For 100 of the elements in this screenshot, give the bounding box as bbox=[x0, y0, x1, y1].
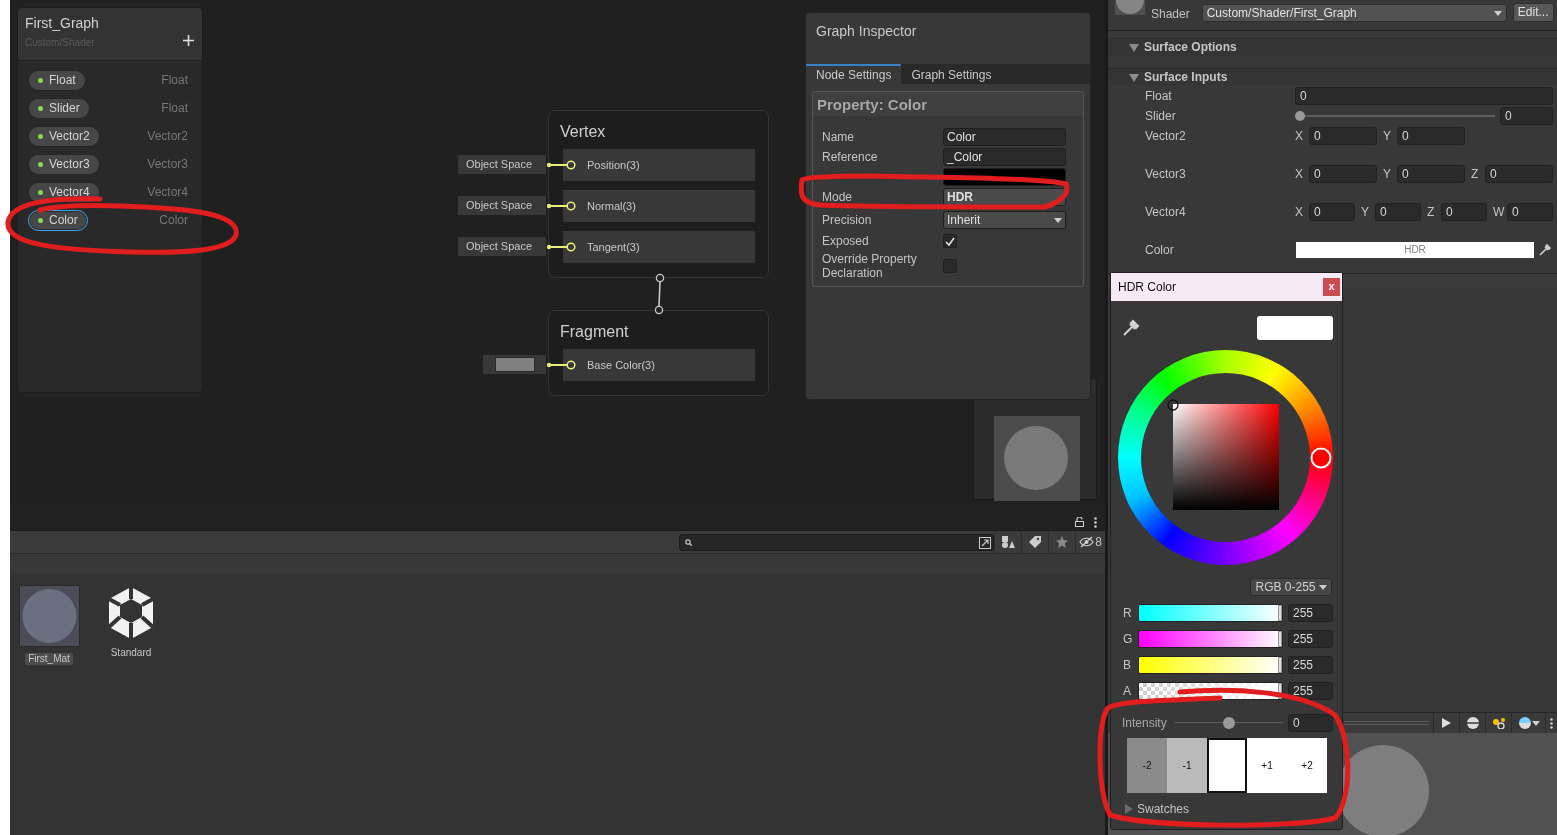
triangle-icon bbox=[1129, 43, 1139, 52]
saturation-value-square[interactable] bbox=[1173, 404, 1279, 510]
text-field[interactable]: Color bbox=[943, 128, 1066, 146]
number-field[interactable]: 0 bbox=[1309, 203, 1355, 221]
axis-label: X bbox=[1295, 166, 1304, 182]
number-field[interactable]: 255 bbox=[1288, 656, 1333, 674]
field-label: Precision bbox=[822, 212, 873, 228]
tag-icon bbox=[1029, 536, 1041, 548]
tab[interactable]: Node Settings bbox=[806, 64, 902, 84]
precision-dropdown[interactable]: Inherit bbox=[943, 211, 1066, 229]
channel-slider[interactable] bbox=[1138, 656, 1283, 674]
port-label: Position(3) bbox=[587, 159, 640, 173]
foldout-header[interactable]: Surface Inputs bbox=[1108, 68, 1557, 86]
axis-label: X bbox=[1295, 204, 1304, 220]
shapes-icon bbox=[1001, 536, 1015, 548]
exposure-swatch[interactable]: -1 bbox=[1167, 738, 1207, 793]
input-pill[interactable]: Object Space bbox=[458, 196, 546, 216]
hdr-color-field[interactable]: HDR bbox=[1295, 241, 1535, 259]
node-title: Fragment bbox=[559, 322, 630, 342]
asset-name[interactable]: Standard bbox=[107, 647, 155, 659]
number-field[interactable]: 0 bbox=[1397, 165, 1465, 183]
property-type: Float bbox=[161, 72, 188, 88]
hidden-packages-button[interactable]: 8 bbox=[1075, 531, 1105, 553]
search-field[interactable] bbox=[679, 533, 994, 551]
triangle-icon bbox=[1125, 804, 1133, 815]
expand-icon[interactable] bbox=[979, 536, 991, 549]
axis-label: Y bbox=[1383, 128, 1392, 144]
slider-handle[interactable] bbox=[1278, 657, 1282, 673]
number-field[interactable]: 255 bbox=[1288, 604, 1333, 622]
property-pill[interactable]: Slider bbox=[28, 97, 90, 119]
add-icon[interactable] bbox=[183, 34, 194, 46]
triangle-icon bbox=[1129, 73, 1139, 82]
number-field[interactable]: 0 bbox=[1441, 203, 1487, 221]
exposure-swatch[interactable]: +2 bbox=[1287, 738, 1327, 793]
search-icon bbox=[685, 538, 692, 546]
channel-label: R bbox=[1122, 605, 1133, 621]
color-swatch bbox=[495, 357, 535, 373]
number-field[interactable]: 0 bbox=[1500, 107, 1553, 125]
close-button[interactable]: x bbox=[1323, 278, 1340, 296]
property-type: Color bbox=[159, 212, 188, 228]
picker-handle[interactable] bbox=[1167, 399, 1179, 411]
edit-button[interactable]: Edit... bbox=[1512, 3, 1554, 22]
number-field[interactable]: 0 bbox=[1288, 714, 1333, 732]
number-field[interactable]: 0 bbox=[1295, 87, 1553, 105]
property-label: Vector4 bbox=[1144, 204, 1187, 221]
hemisphere-icon bbox=[1517, 717, 1532, 729]
channel-slider[interactable] bbox=[1138, 604, 1283, 622]
input-pill[interactable]: Object Space bbox=[458, 155, 546, 175]
port-label: Base Color(3) bbox=[587, 359, 655, 373]
exposure-swatch[interactable]: +1 bbox=[1247, 738, 1287, 793]
axis-label: X bbox=[1295, 128, 1304, 144]
field-label: Mode bbox=[822, 189, 854, 205]
channel-slider[interactable] bbox=[1138, 630, 1283, 648]
number-field[interactable]: 0 bbox=[1484, 165, 1553, 183]
number-field[interactable]: 0 bbox=[1309, 165, 1377, 183]
foldout-header[interactable]: Surface Options bbox=[1108, 38, 1557, 56]
number-field[interactable]: 0 bbox=[1397, 127, 1465, 145]
input-pill[interactable]: Object Space bbox=[458, 237, 546, 257]
property-pill[interactable]: Color bbox=[28, 209, 88, 231]
text-field[interactable]: _Color bbox=[943, 148, 1066, 166]
shader-dropdown[interactable]: Custom/Shader/First_Graph bbox=[1201, 4, 1507, 22]
slider-handle[interactable] bbox=[1278, 605, 1282, 621]
property-pill[interactable]: Vector3 bbox=[28, 153, 100, 175]
swatches-foldout[interactable]: Swatches bbox=[1111, 802, 1342, 817]
checkbox[interactable] bbox=[943, 234, 957, 248]
lights-icon bbox=[1491, 717, 1506, 729]
property-pill[interactable]: Float bbox=[28, 69, 86, 91]
number-field[interactable]: 255 bbox=[1288, 630, 1333, 648]
number-field[interactable]: 0 bbox=[1375, 203, 1421, 221]
number-field[interactable]: 0 bbox=[1507, 203, 1553, 221]
eyedropper-icon[interactable] bbox=[1122, 319, 1140, 337]
menu-icon[interactable] bbox=[1094, 517, 1097, 528]
exposure-swatch[interactable]: -2 bbox=[1127, 738, 1167, 793]
color-input[interactable] bbox=[483, 355, 546, 375]
axis-label: Z bbox=[1427, 204, 1436, 220]
cube-icon[interactable] bbox=[106, 585, 156, 641]
lock-icon[interactable] bbox=[1075, 517, 1084, 527]
slider-handle[interactable] bbox=[1278, 631, 1282, 647]
field-label: Name bbox=[822, 129, 855, 145]
sphere-thumbnail[interactable] bbox=[18, 585, 80, 647]
menu-icon bbox=[1550, 717, 1553, 729]
property-pill[interactable]: Vector2 bbox=[28, 125, 100, 147]
mode-dropdown[interactable]: RGB 0-255 bbox=[1250, 578, 1332, 596]
checkbox[interactable] bbox=[943, 259, 957, 274]
eyedropper-icon[interactable] bbox=[1538, 243, 1552, 257]
intensity-slider[interactable] bbox=[1175, 717, 1283, 729]
number-field[interactable]: 0 bbox=[1309, 127, 1377, 145]
slider-thumb[interactable] bbox=[1295, 111, 1305, 121]
material-thumbnail bbox=[1115, 0, 1145, 15]
property-type: Vector3 bbox=[147, 156, 188, 172]
slider-handle[interactable] bbox=[1278, 683, 1282, 699]
axis-label: Y bbox=[1361, 204, 1370, 220]
asset-name[interactable]: First_Mat bbox=[25, 653, 73, 665]
tab[interactable]: Graph Settings bbox=[901, 64, 1002, 84]
number-field[interactable]: 255 bbox=[1288, 682, 1333, 700]
slider-thumb[interactable] bbox=[1223, 717, 1235, 729]
exposure-swatch[interactable] bbox=[1207, 738, 1247, 793]
hue-handle[interactable] bbox=[1310, 447, 1332, 469]
port-connector bbox=[546, 160, 576, 171]
dot-icon bbox=[38, 133, 43, 139]
